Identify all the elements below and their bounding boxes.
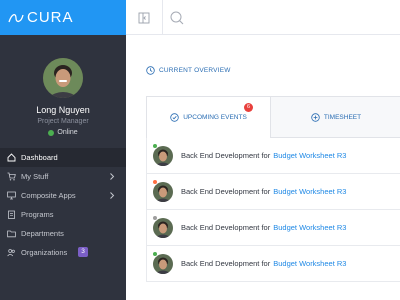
main-content: CURRENT OVERVIEW UPCOMING EVENTS 6 TIMES… (126, 35, 400, 300)
users-icon (7, 248, 16, 257)
sidebar-item-departments[interactable]: Departments (0, 224, 126, 243)
tab-label: TIMESHEET (323, 114, 362, 121)
list-item[interactable]: Back End Development for Budget Worksheet… (146, 174, 400, 210)
budget-worksheet-link[interactable]: Budget Worksheet R3 (273, 259, 346, 268)
brand-header[interactable]: CURA (0, 0, 126, 35)
status-dot (152, 179, 158, 185)
current-overview-heading: CURRENT OVERVIEW (146, 66, 231, 75)
budget-worksheet-link[interactable]: Budget Worksheet R3 (273, 223, 346, 232)
sidebar-item-label: Composite Apps (21, 191, 76, 200)
avatar-photo (43, 58, 83, 98)
top-bar (126, 0, 400, 35)
upcoming-events-count-badge: 6 (244, 103, 253, 112)
sidebar-item-programs[interactable]: Programs (0, 205, 126, 224)
cart-icon (7, 172, 16, 181)
folder-icon (7, 229, 16, 238)
chevron-right-icon (110, 192, 115, 199)
tab-label: UPCOMING EVENTS (183, 114, 247, 121)
plus-circle-icon (311, 113, 320, 122)
event-text: Back End Development for (181, 187, 271, 196)
budget-worksheet-link[interactable]: Budget Worksheet R3 (273, 151, 346, 160)
sidebar-item-label: Organizations (21, 248, 68, 257)
status-dot (152, 251, 158, 257)
overview-tabs: UPCOMING EVENTS 6 TIMESHEET (146, 96, 400, 138)
sidebar-item-label: Dashboard (21, 153, 58, 162)
clock-icon (146, 66, 155, 75)
chevron-right-icon (110, 173, 115, 180)
event-description: Back End Development for Budget Worksheet… (181, 187, 346, 196)
online-status-dot (48, 129, 55, 136)
event-text: Back End Development for (181, 151, 271, 160)
list-item[interactable]: Back End Development for Budget Worksheet… (146, 210, 400, 246)
monitor-icon (7, 191, 16, 200)
status-dot (152, 215, 158, 221)
upcoming-events-list: Back End Development for Budget Worksheet… (146, 138, 400, 282)
split-panel-icon (138, 12, 150, 23)
toggle-sidebar-button[interactable] (126, 0, 163, 35)
home-icon (7, 153, 16, 162)
budget-worksheet-link[interactable]: Budget Worksheet R3 (273, 187, 346, 196)
event-text: Back End Development for (181, 223, 271, 232)
sidebar-item-label: Departments (21, 229, 64, 238)
status-dot (152, 143, 158, 149)
tab-upcoming-events[interactable]: UPCOMING EVENTS 6 (147, 97, 271, 138)
status-label: Online (57, 129, 78, 136)
event-text: Back End Development for (181, 259, 271, 268)
profile-name: Long Nguyen (36, 105, 90, 115)
event-description: Back End Development for Budget Worksheet… (181, 259, 346, 268)
avatar[interactable] (43, 58, 83, 98)
check-circle-icon (170, 113, 179, 122)
search-icon[interactable] (169, 10, 185, 26)
sidebar-item-my-stuff[interactable]: My Stuff (0, 167, 126, 186)
brand-name: CURA (27, 9, 74, 26)
tab-timesheet[interactable]: TIMESHEET (271, 97, 400, 138)
sidebar-item-label: My Stuff (21, 172, 49, 181)
list-item[interactable]: Back End Development for Budget Worksheet… (146, 246, 400, 282)
clipboard-icon (7, 210, 16, 219)
organizations-count-badge: 3 (78, 247, 88, 257)
sidebar-item-label: Programs (21, 210, 54, 219)
profile-status: Online (0, 129, 126, 136)
event-description: Back End Development for Budget Worksheet… (181, 223, 346, 232)
event-description: Back End Development for Budget Worksheet… (181, 151, 346, 160)
user-profile: Long Nguyen Project Manager Online (0, 58, 126, 136)
list-item[interactable]: Back End Development for Budget Worksheet… (146, 138, 400, 174)
sidebar: CURA Long Nguyen Project Manager Online … (0, 0, 126, 300)
sidebar-item-organizations[interactable]: Organizations 3 (0, 243, 126, 262)
sidebar-item-composite-apps[interactable]: Composite Apps (0, 186, 126, 205)
sidebar-item-dashboard[interactable]: Dashboard (0, 148, 126, 167)
profile-role: Project Manager (37, 118, 89, 125)
section-title: CURRENT OVERVIEW (159, 67, 231, 74)
sidebar-nav: Dashboard My Stuff Composite Apps Progra… (0, 148, 126, 262)
cura-logo-icon (8, 13, 24, 22)
